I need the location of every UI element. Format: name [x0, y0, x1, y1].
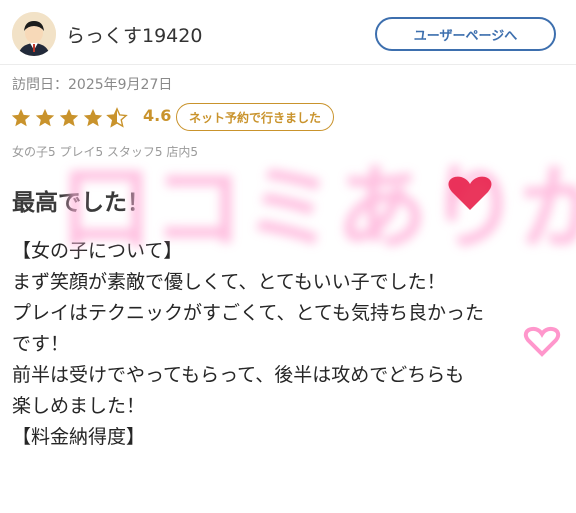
review-line: です！ — [12, 333, 70, 355]
star-icon — [11, 108, 31, 127]
review-line: 【女の子について】 — [12, 240, 183, 262]
star-rating — [10, 107, 128, 129]
person-avatar-icon — [12, 12, 56, 56]
rating-breakdown: 女の子5 プレイ5 スタッフ5 店内5 — [12, 145, 198, 159]
visit-date: 訪問日：2025年9月27日 — [12, 77, 173, 93]
star-half-icon — [106, 107, 128, 128]
star-icon — [83, 108, 103, 127]
review-line: 【料金納得度】 — [12, 426, 146, 448]
review-line: 前半は受けでやってもらって、後半は攻めでどちらも — [12, 364, 465, 386]
review-line: 楽しめました！ — [12, 395, 146, 417]
net-reservation-badge: ネット予約で行きました — [176, 103, 335, 131]
review-body: 【女の子について】 まず笑顔が素敵で優しくて、とてもいい子でした！ プレイはテク… — [12, 236, 567, 453]
rating-value: 4.6 — [143, 106, 172, 125]
user-page-button[interactable]: ユーザーページへ — [375, 17, 556, 51]
star-icon — [59, 108, 79, 127]
review-line: プレイはテクニックがすごくて、とても気持ち良かった — [12, 302, 484, 324]
header-divider — [0, 64, 576, 65]
review-line: まず笑顔が素敵で優しくて、とてもいい子でした！ — [12, 271, 446, 293]
star-icon — [35, 108, 55, 127]
review-title: 最高でした！ — [12, 190, 150, 216]
heart-icon — [448, 176, 492, 210]
username[interactable]: らっくす19420 — [66, 21, 202, 48]
user-avatar[interactable] — [12, 12, 56, 56]
